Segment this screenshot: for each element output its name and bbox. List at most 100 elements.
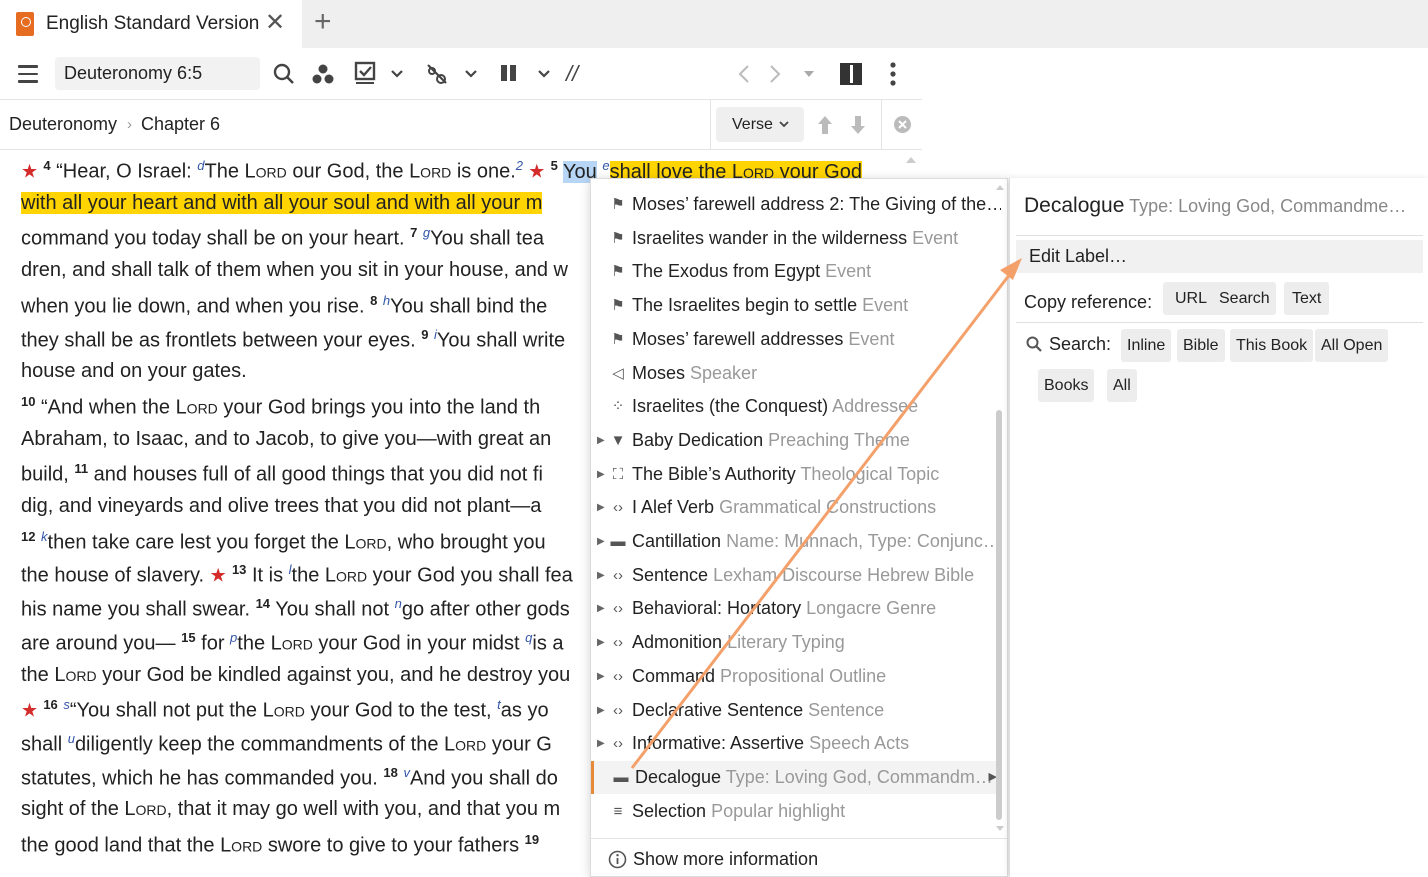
menu-item-title: I Alef Verb [632,497,715,518]
search-icon[interactable] [273,63,295,85]
verse-line[interactable]: dren, and shall talk of them when you si… [21,259,568,282]
expand-caret-icon[interactable]: ▶ [597,694,605,727]
arrow-down-icon[interactable] [850,114,866,136]
flag-icon: ⚑ [611,196,625,213]
verse-number: 5 [550,158,558,173]
menu-item[interactable]: ⚑ The Exodus from Egypt Event [591,255,1001,288]
reference-box[interactable]: Deuteronomy 6:5 [55,57,260,90]
hamburger-menu-icon[interactable] [18,65,38,83]
verse-line[interactable]: are around you— 15 for pthe Lord your Go… [21,630,564,656]
search-this-book-button[interactable]: This Book [1230,329,1314,362]
search-all-button[interactable]: All [1107,369,1137,402]
clear-icon[interactable] [893,115,912,134]
verse-dropdown-button[interactable]: Verse [716,107,804,142]
scroll-up-icon[interactable] [995,184,1005,191]
verse-line[interactable]: sight of the Lord, that it may go well w… [21,798,560,821]
scroll-up-icon[interactable] [905,156,917,164]
menu-item[interactable]: ▶ ‹› I Alef Verb Grammatical Constructions [591,491,1001,524]
chevron-down-icon[interactable] [390,69,404,79]
menu-item[interactable]: ▶ ‹› Command Propositional Outline [591,660,1001,693]
menu-item-title: Admonition [632,632,723,653]
menu-item[interactable]: ▶ ‹› Sentence Lexham Discourse Hebrew Bibl… [591,559,1001,592]
chevron-down-icon[interactable] [464,69,478,79]
forward-icon[interactable] [768,64,782,84]
menu-item[interactable]: ▶ ⛶ The Bible’s Authority Theological Topi… [591,458,1001,491]
edit-label-button[interactable]: Edit Label… [1016,240,1423,273]
menu-item[interactable]: ⚑ Moses’ farewell addresses Event [591,323,1001,356]
columns-icon[interactable] [499,63,519,83]
scroll-down-icon[interactable] [995,825,1005,832]
verse-line[interactable]: dig, and vineyards and olive trees that … [21,495,541,518]
panel-layout-icon[interactable] [840,63,862,85]
expand-caret-icon[interactable]: ▶ [597,727,605,760]
back-icon[interactable] [737,64,751,84]
search-all-open-button[interactable]: All Open [1315,329,1389,362]
interlinear-icon[interactable] [425,62,449,86]
menu-scrollbar-thumb[interactable] [996,410,1002,820]
verse-line[interactable]: when you lie down, and when you rise. 8 … [21,293,547,319]
menu-item[interactable]: ▶ ▼ Baby Dedication Preaching Theme [591,424,1001,457]
menu-item[interactable]: ⚑ The Israelites begin to settle Event [591,289,1001,322]
copy-url-button[interactable]: URL [1163,282,1220,315]
text-run: the [21,663,55,686]
menu-item-label: The Bible’s Authority Theological Topic [632,458,939,491]
history-dropdown-icon[interactable] [803,70,815,78]
expand-caret-icon[interactable]: ▶ [597,559,605,592]
menu-item[interactable]: ▶ ‹› Informative: Assertive Speech Acts [591,727,1001,760]
menu-item[interactable]: ≡ Selection Popular highlight [591,795,1001,828]
verse-line[interactable]: house and on your gates. [21,360,247,383]
verse-line[interactable]: statutes, which he has commanded you. 18… [21,765,558,791]
menu-item[interactable]: ▶ ‹› Behavioral: Hortatory Longacre Genre [591,592,1001,625]
verse-line[interactable]: his name you shall swear. 14 You shall n… [21,596,570,622]
expand-caret-icon[interactable]: ▶ [597,592,605,625]
breadcrumb-chapter[interactable]: Chapter 6 [141,114,220,135]
menu-item[interactable]: ▶ ‹› Declarative Sentence Sentence [591,694,1001,727]
verse-line[interactable]: ★ 16 s“You shall not put the Lord your G… [21,697,549,723]
search-inline-button[interactable]: Inline [1121,329,1172,362]
menu-item[interactable]: ▶ ‹› Admonition Literary Typing [591,626,1001,659]
parallel-icon[interactable]: // [566,48,578,100]
verse-line[interactable]: the house of slavery. ★ 13 It is lthe Lo… [21,562,573,588]
menu-item[interactable]: ▬ Decalogue Type: Loving God, Commandm… ▶ [591,760,1001,794]
checklist-icon[interactable] [354,61,376,85]
search-books-button[interactable]: Books [1038,369,1095,402]
verse-line[interactable]: 12 kthen take care lest you forget the L… [21,529,546,555]
menu-item[interactable]: ⚑ Israelites wander in the wilderness Eve… [591,222,1001,255]
menu-item[interactable]: ⚑ Moses’ farewell address 2: The Giving o… [591,188,1001,221]
menu-item[interactable]: ▶ ▬ Cantillation Name: Munnach, Type: Conj… [591,525,1001,558]
verse-line[interactable]: the good land that the Lord swore to giv… [21,832,539,858]
verse-line[interactable]: with all your heart and with all your so… [21,191,543,215]
verse-line[interactable]: build, 11 and houses full of all good th… [21,461,543,487]
text-run: and houses full of all good things that … [88,463,543,486]
show-more-information[interactable]: Show more information [591,838,1007,876]
breadcrumb-book[interactable]: Deuteronomy [9,114,117,135]
chevron-down-icon[interactable] [537,69,551,79]
menu-item[interactable]: ◁ Moses Speaker [591,357,1001,390]
visual-filter-icon[interactable] [312,63,334,85]
search-bible-button[interactable]: Bible [1177,329,1225,362]
expand-caret-icon[interactable]: ▶ [597,660,605,693]
tab-esv[interactable]: English Standard Version ✕ [0,0,302,48]
menu-item-type: Grammatical Constructions [714,497,937,518]
close-icon[interactable]: ✕ [265,8,285,37]
text-run: your God be kindled against you, and he … [96,663,571,686]
expand-caret-icon[interactable]: ▶ [597,458,605,491]
verse-line[interactable]: command you today shall be on your heart… [21,225,544,251]
more-options-icon[interactable] [888,61,898,87]
copy-text-button[interactable]: Text [1284,282,1330,315]
verse-line[interactable]: the Lord your God be kindled against you… [21,664,570,687]
expand-caret-icon[interactable]: ▶ [597,626,605,659]
copy-search-button[interactable]: Search [1213,282,1276,315]
text-run: dig, and vineyards and olive trees that … [21,495,542,517]
menu-item[interactable]: ⁘ Israelites (the Conquest) Addressee [591,390,1001,423]
verse-line[interactable]: they shall be as frontlets between your … [21,327,565,353]
arrow-up-icon[interactable] [817,114,833,136]
verse-line[interactable]: shall udiligently keep the commandments … [21,731,552,757]
expand-caret-icon[interactable]: ▶ [597,424,605,457]
expand-caret-icon[interactable]: ▶ [597,491,605,524]
expand-caret-icon[interactable]: ▶ [597,525,605,558]
verse-line[interactable]: Abraham, to Isaac, and to Jacob, to give… [21,428,551,451]
add-tab-icon[interactable]: + [314,5,332,39]
verse-line[interactable]: 10 “And when the Lord your God brings yo… [21,394,540,420]
panel-title: Decalogue Type: Loving God, Commandme… [1024,194,1419,218]
